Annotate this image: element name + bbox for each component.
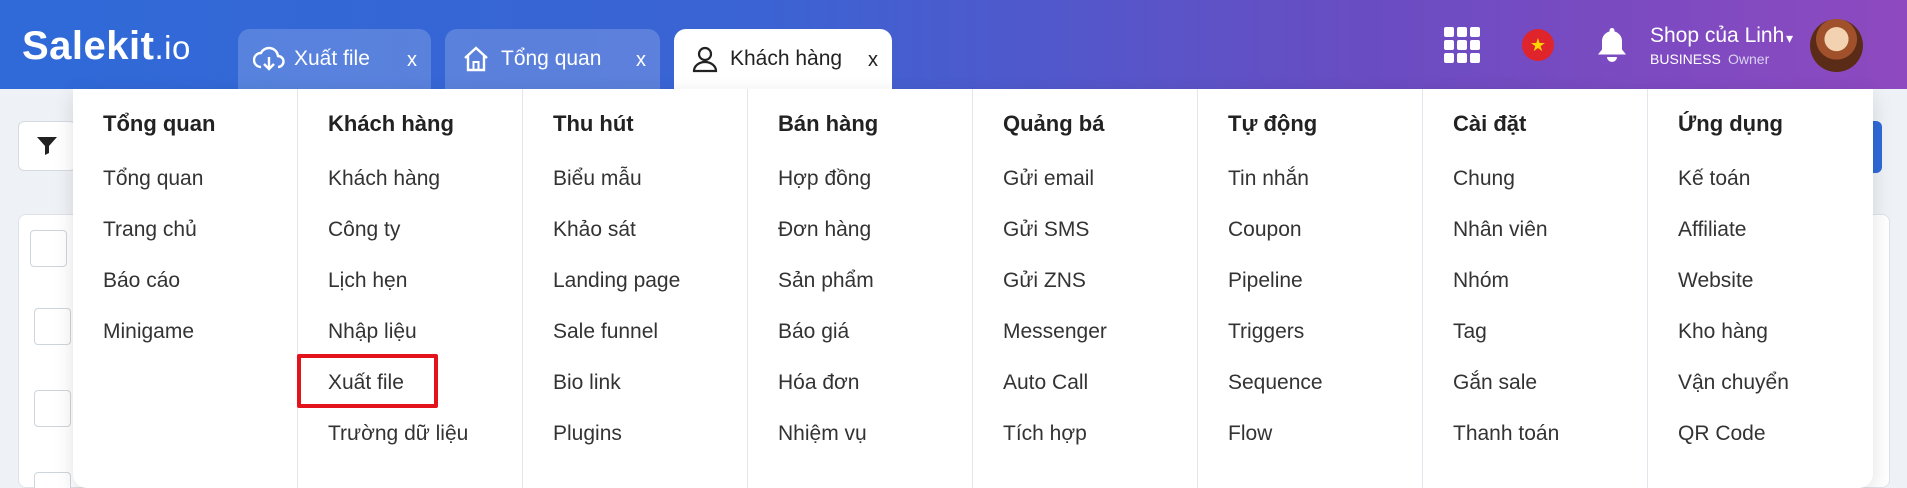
home-icon (459, 42, 493, 76)
menu-item-nhiem-vu[interactable]: Nhiệm vụ (778, 422, 867, 446)
tab-xuat-file[interactable]: Xuất file x (238, 29, 431, 89)
menu-item-plugins[interactable]: Plugins (553, 422, 622, 446)
menu-item-hoa-don[interactable]: Hóa đơn (778, 371, 860, 395)
row-checkbox[interactable] (34, 472, 71, 488)
menu-item-coupon[interactable]: Coupon (1228, 218, 1302, 242)
mega-menu-dropdown: Tổng quan Tổng quan Trang chủ Báo cáo Mi… (73, 89, 1873, 488)
menu-item-don-hang[interactable]: Đơn hàng (778, 218, 871, 242)
tab-label: Tổng quan (501, 47, 602, 70)
menu-item-flow[interactable]: Flow (1228, 422, 1272, 446)
menu-item-thanh-toan[interactable]: Thanh toán (1453, 422, 1559, 446)
menu-heading: Thu hút (553, 111, 634, 136)
user-icon (688, 42, 722, 76)
apps-grid-icon[interactable] (1444, 27, 1480, 63)
menu-item-pipeline[interactable]: Pipeline (1228, 269, 1303, 293)
menu-item-khao-sat[interactable]: Khảo sát (553, 218, 636, 242)
menu-item-nhom[interactable]: Nhóm (1453, 269, 1509, 293)
menu-item-bao-cao[interactable]: Báo cáo (103, 269, 180, 293)
user-role: Owner (1728, 51, 1770, 67)
menu-heading: Quảng bá (1003, 111, 1105, 136)
menu-item-minigame[interactable]: Minigame (103, 320, 194, 344)
menu-item-website[interactable]: Website (1678, 269, 1753, 293)
menu-item-cong-ty[interactable]: Công ty (328, 218, 400, 242)
top-header: Salekit.io Xuất file x Tổng quan x Khách… (0, 0, 1907, 89)
tab-close-button[interactable]: x (407, 49, 417, 72)
menu-item-nhap-lieu[interactable]: Nhập liệu (328, 320, 417, 344)
tab-label: Khách hàng (730, 47, 843, 70)
menu-item-gui-zns[interactable]: Gửi ZNS (1003, 269, 1086, 293)
menu-item-tin-nhan[interactable]: Tin nhắn (1228, 167, 1309, 191)
menu-item-truong-du-lieu[interactable]: Trường dữ liệu (328, 422, 468, 446)
menu-item-khach-hang[interactable]: Khách hàng (328, 167, 440, 191)
row-checkbox[interactable] (34, 308, 71, 345)
menu-item-landing-page[interactable]: Landing page (553, 269, 680, 293)
menu-item-gan-sale[interactable]: Gắn sale (1453, 371, 1537, 395)
menu-heading: Tổng quan (103, 111, 216, 136)
row-checkbox[interactable] (34, 390, 71, 427)
menu-item-tong-quan[interactable]: Tổng quan (103, 167, 203, 191)
vietnam-flag-icon[interactable]: ★ (1522, 29, 1554, 61)
menu-column-thu-hut: Thu hút Biểu mẫu Khảo sát Landing page S… (522, 89, 747, 488)
tab-khach-hang[interactable]: Khách hàng x (674, 29, 892, 89)
menu-item-sequence[interactable]: Sequence (1228, 371, 1323, 395)
menu-item-nhan-vien[interactable]: Nhân viên (1453, 218, 1548, 242)
menu-item-gui-sms[interactable]: Gửi SMS (1003, 218, 1089, 242)
menu-heading: Cài đặt (1453, 111, 1527, 136)
menu-column-tong-quan: Tổng quan Tổng quan Trang chủ Báo cáo Mi… (73, 89, 298, 488)
tab-close-button[interactable]: x (636, 49, 646, 72)
menu-item-lich-hen[interactable]: Lịch hẹn (328, 269, 407, 293)
menu-column-tu-dong: Tự động Tin nhắn Coupon Pipeline Trigger… (1197, 89, 1422, 488)
chevron-down-icon[interactable]: ▾ (1786, 30, 1793, 47)
menu-item-van-chuyen[interactable]: Vận chuyển (1678, 371, 1789, 395)
filter-icon (37, 137, 57, 155)
tab-tong-quan[interactable]: Tổng quan x (445, 29, 660, 89)
menu-item-tich-hop[interactable]: Tích hợp (1003, 422, 1087, 446)
menu-item-bao-gia[interactable]: Báo giá (778, 320, 849, 344)
filter-button[interactable] (18, 121, 76, 171)
tab-close-button[interactable]: x (868, 49, 878, 72)
menu-item-triggers[interactable]: Triggers (1228, 320, 1304, 344)
cloud-download-icon (252, 42, 286, 76)
menu-item-bieu-mau[interactable]: Biểu mẫu (553, 167, 642, 191)
plan-badge: BUSINESS (1650, 51, 1721, 67)
menu-heading: Ứng dụng (1678, 111, 1783, 136)
menu-item-bio-link[interactable]: Bio link (553, 371, 621, 395)
avatar[interactable] (1810, 19, 1863, 72)
menu-item-trang-chu[interactable]: Trang chủ (103, 218, 197, 242)
menu-column-khach-hang: Khách hàng Khách hàng Công ty Lịch hẹn N… (297, 89, 522, 488)
menu-column-ung-dung: Ứng dụng Kế toán Affiliate Website Kho h… (1647, 89, 1872, 488)
menu-item-tag[interactable]: Tag (1453, 320, 1487, 344)
menu-column-ban-hang: Bán hàng Hợp đồng Đơn hàng Sản phẩm Báo … (747, 89, 972, 488)
salekit-logo[interactable]: Salekit.io (22, 24, 191, 69)
menu-item-sale-funnel[interactable]: Sale funnel (553, 320, 658, 344)
menu-item-affiliate[interactable]: Affiliate (1678, 218, 1747, 242)
menu-heading: Khách hàng (328, 111, 454, 136)
select-all-checkbox[interactable] (30, 230, 67, 267)
menu-item-qr-code[interactable]: QR Code (1678, 422, 1766, 446)
menu-item-san-pham[interactable]: Sản phẩm (778, 269, 874, 293)
menu-item-auto-call[interactable]: Auto Call (1003, 371, 1088, 395)
bell-icon[interactable] (1594, 25, 1630, 63)
tab-label: Xuất file (294, 47, 370, 70)
menu-item-chung[interactable]: Chung (1453, 167, 1515, 191)
xuat-file-highlight (297, 354, 438, 408)
menu-item-hop-dong[interactable]: Hợp đồng (778, 167, 871, 191)
menu-item-ke-toan[interactable]: Kế toán (1678, 167, 1750, 191)
menu-column-cai-dat: Cài đặt Chung Nhân viên Nhóm Tag Gắn sal… (1422, 89, 1647, 488)
menu-column-quang-ba: Quảng bá Gửi email Gửi SMS Gửi ZNS Messe… (972, 89, 1197, 488)
menu-heading: Tự động (1228, 111, 1318, 136)
shop-name[interactable]: Shop của Linh (1650, 24, 1784, 48)
menu-item-kho-hang[interactable]: Kho hàng (1678, 320, 1768, 344)
menu-item-messenger[interactable]: Messenger (1003, 320, 1107, 344)
menu-item-gui-email[interactable]: Gửi email (1003, 167, 1094, 191)
menu-heading: Bán hàng (778, 111, 879, 136)
